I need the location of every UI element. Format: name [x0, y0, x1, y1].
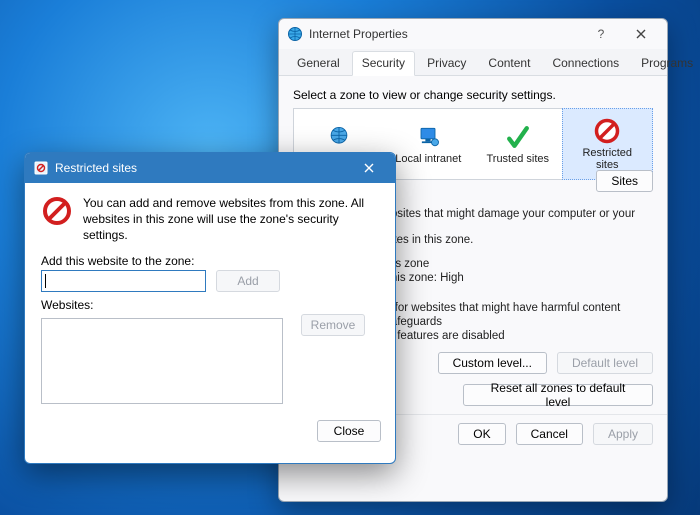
- apply-button: Apply: [593, 423, 653, 445]
- cancel-button[interactable]: Cancel: [516, 423, 583, 445]
- dialog-titlebar: Restricted sites: [25, 153, 395, 183]
- remove-button: Remove: [301, 314, 365, 336]
- websites-listbox[interactable]: [41, 318, 283, 404]
- window-title: Internet Properties: [309, 27, 581, 41]
- globe-icon: [287, 26, 303, 42]
- add-website-label: Add this website to the zone:: [41, 254, 379, 268]
- titlebar: Internet Properties ?: [279, 19, 667, 49]
- sites-button[interactable]: Sites: [596, 170, 653, 192]
- restricted-icon: [41, 195, 73, 227]
- default-level-button: Default level: [557, 352, 653, 374]
- custom-level-button[interactable]: Custom level...: [438, 352, 547, 374]
- dialog-intro: You can add and remove websites from thi…: [41, 195, 379, 244]
- dialog-intro-text: You can add and remove websites from thi…: [83, 195, 379, 244]
- zone-label: Local intranet: [395, 153, 461, 165]
- restricted-sites-dialog: Restricted sites You can add and remove …: [24, 152, 396, 464]
- tab-privacy[interactable]: Privacy: [417, 51, 476, 75]
- zone-trusted-sites[interactable]: Trusted sites: [473, 109, 563, 179]
- close-button[interactable]: [621, 21, 661, 47]
- tab-security[interactable]: Security: [352, 51, 415, 76]
- tab-general[interactable]: General: [287, 51, 350, 75]
- add-website-input[interactable]: [41, 270, 206, 292]
- tab-strip: General Security Privacy Content Connect…: [279, 49, 667, 76]
- help-button[interactable]: ?: [581, 21, 621, 47]
- close-button[interactable]: Close: [317, 420, 381, 442]
- add-button: Add: [216, 270, 280, 292]
- zone-label: Trusted sites: [486, 153, 549, 165]
- dialog-title: Restricted sites: [55, 161, 349, 175]
- zone-local-intranet[interactable]: Local intranet: [384, 109, 474, 179]
- zone-label: Restricted sites: [582, 147, 632, 171]
- tab-content[interactable]: Content: [478, 51, 540, 75]
- shield-icon: [33, 160, 49, 176]
- tab-connections[interactable]: Connections: [542, 51, 629, 75]
- zone-heading: Select a zone to view or change security…: [293, 88, 653, 102]
- tab-programs[interactable]: Programs: [631, 51, 700, 75]
- reset-zones-button[interactable]: Reset all zones to default level: [463, 384, 653, 406]
- ok-button[interactable]: OK: [458, 423, 505, 445]
- dialog-close-icon[interactable]: [349, 155, 389, 181]
- websites-label: Websites:: [41, 298, 379, 312]
